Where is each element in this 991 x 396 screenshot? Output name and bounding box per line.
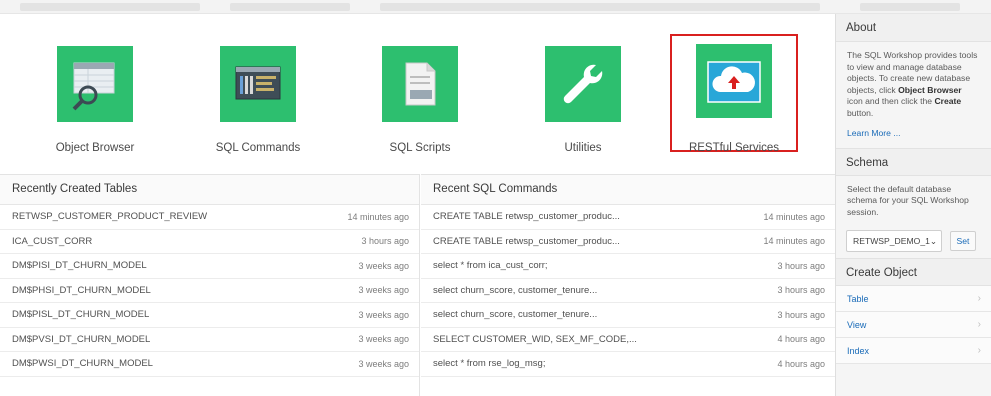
wrench-icon [545,46,621,122]
about-text-bold: Object Browser [898,84,962,95]
table-row[interactable]: DM$PHSI_DT_CHURN_MODEL 3 weeks ago [0,279,419,303]
table-row[interactable]: DM$PWSI_DT_CHURN_MODEL 3 weeks ago [0,352,419,377]
create-object-label: Index [847,345,870,356]
create-object-title: Create Object [836,258,991,287]
sql-row[interactable]: select * from rse_log_msg; 4 hours ago [421,352,835,377]
sql-row[interactable]: SELECT CUSTOMER_WID, SEX_MF_CODE,... 4 ho… [421,328,835,352]
chevron-right-icon: › [977,319,981,331]
chevron-down-icon: ⌄ [929,235,938,246]
table-name: DM$PISL_DT_CHURN_MODEL [12,309,150,321]
created-time: 3 weeks ago [358,285,409,296]
created-time: 3 weeks ago [358,358,409,369]
set-schema-button[interactable]: Set [950,231,976,252]
sql-text: SELECT CUSTOMER_WID, SEX_MF_CODE,... [433,333,637,345]
table-row[interactable]: DM$PISL_DT_CHURN_MODEL 3 weeks ago [0,303,419,328]
sql-row[interactable]: CREATE TABLE retwsp_customer_produc... 14… [421,230,835,254]
schema-value: RETWSP_DEMO_1 [853,236,930,247]
schema-row: RETWSP_DEMO_1 ⌄ Set [836,224,991,258]
create-table-link[interactable]: Table › [836,286,991,313]
created-time: 3 weeks ago [358,309,409,320]
toolbar-segment [230,3,350,11]
sql-text: CREATE TABLE retwsp_customer_produc... [433,211,620,223]
run-time: 3 hours ago [777,309,825,320]
sql-row[interactable]: select churn_score, customer_tenure... 3 … [421,279,835,303]
run-time: 14 minutes ago [763,211,825,222]
table-row[interactable]: DM$PVSI_DT_CHURN_MODEL 3 weeks ago [0,328,419,352]
table-row[interactable]: DM$PISI_DT_CHURN_MODEL 3 weeks ago [0,254,419,279]
object-browser-icon [57,46,133,122]
run-time: 14 minutes ago [763,236,825,247]
sql-text: select * from rse_log_msg; [433,358,546,370]
recent-sql-panel: Recent SQL Commands CREATE TABLE retwsp_… [421,174,835,396]
tile-label: SQL Scripts [389,142,451,154]
tool-tiles: Object Browser SQL Commands SQL Scripts … [0,14,835,174]
created-time: 3 hours ago [361,236,409,247]
about-text-part: button. [847,107,874,118]
table-name: DM$PWSI_DT_CHURN_MODEL [12,358,153,370]
sql-row[interactable]: select churn_score, customer_tenure... 3 … [421,303,835,328]
chevron-right-icon: › [977,293,981,305]
tile-sql-scripts[interactable]: SQL Scripts [350,44,490,166]
toolbar-segment [860,3,960,11]
about-text-bold: Create [934,96,962,107]
run-time: 4 hours ago [777,334,825,345]
sql-commands-icon [220,46,296,122]
top-toolbar [0,0,991,14]
sql-text: select churn_score, customer_tenure... [433,309,598,321]
sql-text: select * from ica_cust_corr; [433,260,548,272]
create-object-label: View [847,319,867,330]
table-name: DM$PVSI_DT_CHURN_MODEL [12,333,151,345]
toolbar-segment [20,3,200,11]
sql-text: CREATE TABLE retwsp_customer_produc... [433,235,620,247]
run-time: 3 hours ago [777,285,825,296]
table-name: RETWSP_CUSTOMER_PRODUCT_REVIEW [12,211,208,223]
table-name: DM$PISI_DT_CHURN_MODEL [12,260,147,272]
table-row[interactable]: RETWSP_CUSTOMER_PRODUCT_REVIEW 14 minutes… [0,205,419,230]
create-index-link[interactable]: Index › [836,338,991,365]
schema-select[interactable]: RETWSP_DEMO_1 ⌄ [846,230,942,253]
tile-label: Utilities [564,142,602,154]
sql-scripts-icon [382,46,458,122]
tile-restful-services[interactable]: RESTful Services [670,34,798,154]
about-text: The SQL Workshop provides tools to view … [836,42,991,126]
created-time: 3 weeks ago [358,334,409,345]
created-time: 3 weeks ago [358,260,409,271]
about-title: About [836,14,991,42]
workshop-main: Object Browser SQL Commands SQL Scripts … [0,14,835,396]
toolbar-segment [380,3,820,11]
recent-tables-panel: Recently Created Tables RETWSP_CUSTOMER_… [0,174,420,396]
tile-utilities[interactable]: Utilities [513,44,653,166]
tile-sql-commands[interactable]: SQL Commands [188,44,328,166]
table-name: ICA_CUST_CORR [12,235,93,247]
run-time: 4 hours ago [777,358,825,369]
create-view-link[interactable]: View › [836,312,991,339]
learn-more-link[interactable]: Learn More ... [836,126,991,140]
create-object-label: Table [847,293,869,304]
right-sidebar: About The SQL Workshop provides tools to… [835,14,991,396]
tile-object-browser[interactable]: Object Browser [25,44,165,166]
tile-label: Object Browser [55,142,135,154]
run-time: 3 hours ago [777,260,825,271]
tile-label: RESTful Services [688,142,780,154]
tile-label: SQL Commands [215,142,301,154]
schema-title: Schema [836,147,991,176]
panel-title: Recently Created Tables [0,175,419,205]
cloud-upload-icon [696,44,772,118]
chevron-right-icon: › [977,345,981,357]
table-name: DM$PHSI_DT_CHURN_MODEL [12,284,151,296]
sql-row[interactable]: select * from ica_cust_corr; 3 hours ago [421,254,835,279]
sql-text: select churn_score, customer_tenure... [433,284,598,296]
about-text-part: icon and then click the [847,96,935,107]
schema-text: Select the default database schema for y… [847,183,969,217]
created-time: 14 minutes ago [347,211,409,222]
sql-row[interactable]: CREATE TABLE retwsp_customer_produc... 14… [421,205,835,230]
panel-title: Recent SQL Commands [421,175,835,205]
table-row[interactable]: ICA_CUST_CORR 3 hours ago [0,230,419,254]
